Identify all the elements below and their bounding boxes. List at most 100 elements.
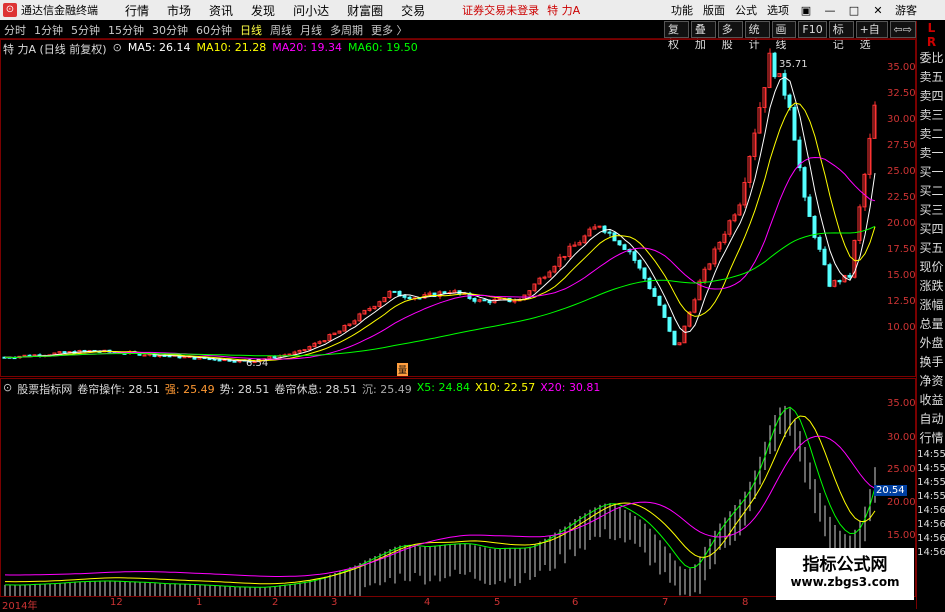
candle-body (62, 351, 67, 354)
y-tick: 17.50 (887, 244, 916, 255)
candle-body (807, 196, 812, 217)
y-tick: 25.00 (887, 166, 916, 177)
side-item: 净资 (919, 374, 944, 388)
indicator-info: ⊙ 股票指标网 卷帘操作: 28.51 强: 25.49 势: 28.51 卷帘… (3, 381, 605, 396)
y-tick: 35.00 (887, 62, 916, 73)
side-time: 14:56 (917, 519, 945, 530)
candle-body (607, 231, 612, 234)
x-tick: 7 (662, 597, 669, 608)
indicator-f7: X10: 22.57 (474, 381, 536, 394)
side-item: 卖一 (919, 146, 944, 160)
candle-body (647, 277, 652, 290)
candle-body (772, 52, 777, 78)
y-tick: 12.50 (887, 296, 916, 307)
side-item: 外盘 (919, 336, 944, 350)
candle-body (652, 288, 657, 297)
side-time: 14:56 (917, 533, 945, 544)
x-tick: 1 (196, 597, 203, 608)
side-R[interactable]: R (917, 35, 945, 49)
candle-body (472, 297, 477, 302)
y-tick: 27.50 (887, 140, 916, 151)
y-tick: 22.50 (887, 192, 916, 203)
candle-body (637, 259, 642, 269)
x-tick: 5 (494, 597, 501, 608)
high-price-label: 35.71 (779, 59, 808, 70)
candle-body (817, 236, 822, 250)
candle-body (287, 353, 292, 356)
current-value-tag: 20.54 (874, 485, 907, 496)
side-item: 收益 (919, 393, 944, 407)
candle-body (837, 280, 842, 283)
candle-body (792, 106, 797, 141)
quote-side-panel: L R 委比 卖五 卖四 卖三 卖二 卖一 买一 买二 买三 买四 买五 现价 … (916, 21, 945, 609)
x-tick: 3 (331, 597, 338, 608)
ma10-value: MA10: 21.28 (196, 41, 267, 54)
indicator-name[interactable]: 股票指标网 (17, 381, 72, 396)
moving-average-line (4, 102, 876, 362)
side-item: 卖三 (919, 108, 944, 122)
candle-body (142, 354, 147, 357)
candle-body (642, 267, 647, 279)
side-time: 14:55 (917, 449, 945, 460)
price-chart-canvas[interactable] (0, 0, 916, 597)
candle-body (822, 248, 827, 266)
candle-body (482, 299, 487, 302)
indicator-f1: 卷帘操作: 28.51 (77, 383, 160, 396)
side-time: 14:56 (917, 547, 945, 558)
side-item: 涨跌 (919, 279, 944, 293)
indicator-f8: X20: 30.81 (540, 381, 601, 394)
side-auto[interactable]: 自动 (917, 410, 945, 429)
y-tick: 35.00 (887, 398, 916, 409)
chart-title: 特 力A (日线 前复权) (3, 43, 107, 56)
candle-body (442, 291, 447, 294)
candle-body (402, 295, 407, 298)
candle-body (232, 360, 237, 363)
watermark-url: www.zbgs3.com (790, 575, 900, 589)
indicator-settings-icon[interactable]: ⊙ (3, 381, 12, 395)
y-tick: 15.00 (887, 270, 916, 281)
candle-body (782, 73, 787, 96)
side-time: 14:55 (917, 491, 945, 502)
x-tick: 8 (742, 597, 749, 608)
candle-body (632, 251, 637, 261)
settings-icon[interactable]: ⊙ (113, 41, 122, 55)
side-item: 买四 (919, 222, 944, 236)
side-quote[interactable]: 行情 (917, 429, 945, 448)
y-tick: 30.00 (887, 432, 916, 443)
side-item: 总量 (919, 317, 944, 331)
main-chart-info: 特 力A (日线 前复权) ⊙ MA5: 26.14 MA10: 21.28 M… (3, 41, 424, 56)
side-item: 卖五 (919, 70, 944, 84)
side-item: 买一 (919, 165, 944, 179)
candle-body (302, 349, 307, 352)
x-tick: 6 (572, 597, 579, 608)
indicator-f4: 卷帘休息: 28.51 (274, 383, 358, 396)
side-item: 买二 (919, 184, 944, 198)
candle-body (827, 264, 832, 287)
candle-body (802, 167, 807, 198)
candle-body (662, 304, 667, 318)
x-tick: 2 (272, 597, 279, 608)
candle-body (562, 255, 567, 258)
x-tick: 12 (110, 597, 123, 608)
side-item: 委比 (919, 51, 944, 65)
ma60-value: MA60: 19.50 (347, 41, 418, 54)
candle-body (272, 355, 277, 359)
candle-body (617, 240, 622, 246)
candle-body (392, 290, 397, 293)
candle-body (622, 244, 627, 250)
y-tick: 20.00 (887, 497, 916, 508)
side-item: 买五 (919, 241, 944, 255)
indicator-f3: 势: 28.51 (219, 383, 270, 396)
low-price-label: 6.54 (246, 358, 269, 369)
side-item: 涨幅 (919, 298, 944, 312)
y-tick: 30.00 (887, 114, 916, 125)
watermark: 指标公式网 www.zbgs3.com (776, 548, 914, 600)
side-item: 买三 (919, 203, 944, 217)
candle-body (597, 225, 602, 228)
side-item: 现价 (919, 260, 944, 274)
candle-body (672, 330, 677, 346)
candle-body (847, 274, 852, 278)
candle-body (512, 300, 517, 303)
side-L[interactable]: L (917, 21, 945, 35)
candle-body (407, 296, 412, 300)
